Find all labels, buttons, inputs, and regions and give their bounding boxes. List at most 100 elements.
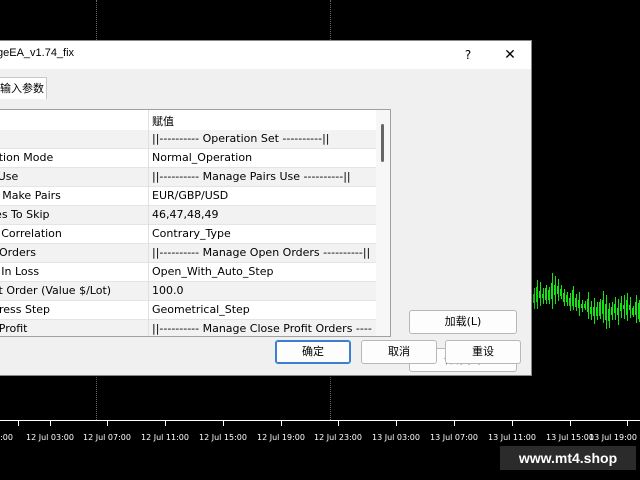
parameter-value[interactable]: Normal_Operation: [152, 149, 372, 167]
parameter-value[interactable]: Contrary_Type: [152, 225, 372, 243]
time-tick: [18, 421, 19, 426]
parameter-name: s In Loss: [0, 265, 40, 278]
ok-button[interactable]: 确定: [275, 340, 351, 364]
parameter-value[interactable]: 46,47,48,49: [152, 206, 372, 224]
column-separator: [148, 206, 149, 225]
close-icon[interactable]: ✕: [499, 44, 521, 66]
column-separator: [148, 244, 149, 263]
candle-body: [626, 299, 628, 315]
time-tick: [570, 421, 571, 426]
parameter-name: nOrders: [0, 246, 36, 259]
column-separator: [148, 282, 149, 301]
tab-input-parameters[interactable]: 输入参数: [0, 77, 47, 99]
parameter-value[interactable]: 100.0: [152, 282, 372, 300]
parameter-name: s Correlation: [0, 227, 62, 240]
candle-body: [539, 290, 541, 298]
candle-body: [581, 303, 583, 309]
table-row[interactable]: sUse ||---------- Manage Pairs Use -----…: [0, 168, 376, 187]
table-row[interactable]: eProfit ||---------- Manage Close Profit…: [0, 320, 376, 336]
parameter-value[interactable]: ||---------- Manage Open Orders --------…: [152, 244, 372, 262]
dialog-titlebar[interactable]: geEA_v1.74_fix ? ✕: [0, 41, 531, 69]
time-label: 12 Jul 07:00: [83, 433, 131, 442]
help-icon[interactable]: ?: [457, 44, 479, 66]
time-label: 13 Jul 11:00: [488, 433, 536, 442]
candle-body: [599, 302, 601, 316]
column-separator: [148, 320, 149, 336]
column-separator: [148, 301, 149, 320]
candle-body: [575, 297, 577, 308]
time-label: 8:00: [0, 433, 13, 442]
parameter-value[interactable]: ||---------- Manage Close Profit Orders …: [152, 320, 372, 336]
candle-body: [533, 293, 535, 303]
column-separator: [148, 110, 149, 130]
candle-body: [593, 306, 595, 316]
table-row[interactable]: r ||---------- Operation Set ----------|…: [0, 130, 376, 149]
table-row[interactable]: s In Loss Open_With_Auto_Step: [0, 263, 376, 282]
time-label: 12 Jul 19:00: [257, 433, 305, 442]
cancel-button[interactable]: 取消: [361, 340, 437, 364]
candle-body: [566, 294, 568, 303]
candle-body: [596, 306, 598, 316]
candle-body: [608, 309, 610, 322]
parameter-value[interactable]: ||---------- Operation Set ----------||: [152, 130, 372, 148]
candle-body: [569, 297, 571, 306]
tab-panel: 赋值 r ||---------- Operation Set --------…: [0, 99, 531, 375]
time-tick: [50, 421, 51, 426]
table-row[interactable]: xt Order (Value $/Lot) 100.0: [0, 282, 376, 301]
candle-body: [551, 283, 553, 300]
table-scrollbar[interactable]: [376, 110, 390, 336]
parameter-value[interactable]: Open_With_Auto_Step: [152, 263, 372, 281]
column-separator: [148, 187, 149, 206]
table-row[interactable]: nOrders ||---------- Manage Open Orders …: [0, 244, 376, 263]
candle-body: [587, 299, 589, 312]
candle-body: [545, 287, 547, 301]
candle-body: [590, 306, 592, 315]
reset-button[interactable]: 重设: [445, 340, 521, 364]
dialog-title: geEA_v1.74_fix: [0, 47, 75, 59]
value-column-header: 赋值: [152, 115, 174, 128]
time-tick: [396, 421, 397, 426]
parameter-name: les To Skip: [0, 208, 50, 221]
time-tick: [454, 421, 455, 426]
watermark: www.mt4.shop: [500, 446, 636, 470]
column-separator: [148, 149, 149, 168]
candle-body: [554, 285, 556, 295]
candle-body: [542, 294, 544, 299]
candle-body: [617, 308, 619, 315]
parameter-value[interactable]: ||---------- Manage Pairs Use ----------…: [152, 168, 372, 186]
candle-body: [584, 303, 586, 309]
time-label: 13 Jul 07:00: [430, 433, 478, 442]
time-label: 13 Jul 15:00: [546, 433, 594, 442]
table-row[interactable]: gress Step Geometrical_Step: [0, 301, 376, 320]
candle-body: [536, 286, 538, 303]
table-row[interactable]: o Make Pairs EUR/GBP/USD: [0, 187, 376, 206]
candle-body: [578, 299, 580, 309]
candle-body: [629, 304, 631, 310]
column-separator: [148, 168, 149, 187]
time-tick: [627, 421, 628, 426]
parameter-value[interactable]: EUR/GBP/USD: [152, 187, 372, 205]
time-label: 12 Jul 23:00: [314, 433, 362, 442]
candle-body: [572, 290, 574, 307]
time-tick: [338, 421, 339, 426]
time-tick: [223, 421, 224, 426]
load-button[interactable]: 加载(L): [409, 310, 517, 334]
parameter-name: sUse: [0, 170, 19, 183]
table-header: 赋值: [0, 110, 376, 131]
table-row[interactable]: s Correlation Contrary_Type: [0, 225, 376, 244]
scrollbar-thumb[interactable]: [381, 124, 384, 162]
parameter-value[interactable]: Geometrical_Step: [152, 301, 372, 319]
candle-body: [632, 308, 634, 316]
time-tick: [165, 421, 166, 426]
candle-body: [563, 292, 565, 303]
candle-body: [548, 290, 550, 301]
candle-body: [602, 300, 604, 315]
parameter-name: eProfit: [0, 322, 28, 335]
candle-body: [557, 285, 559, 295]
table-row[interactable]: ation Mode Normal_Operation: [0, 149, 376, 168]
time-label: 12 Jul 11:00: [141, 433, 189, 442]
tab-strip: 输入参数: [0, 69, 531, 100]
table-row[interactable]: les To Skip 46,47,48,49: [0, 206, 376, 225]
parameter-name: o Make Pairs: [0, 189, 61, 202]
time-label: 13 Jul 03:00: [372, 433, 420, 442]
